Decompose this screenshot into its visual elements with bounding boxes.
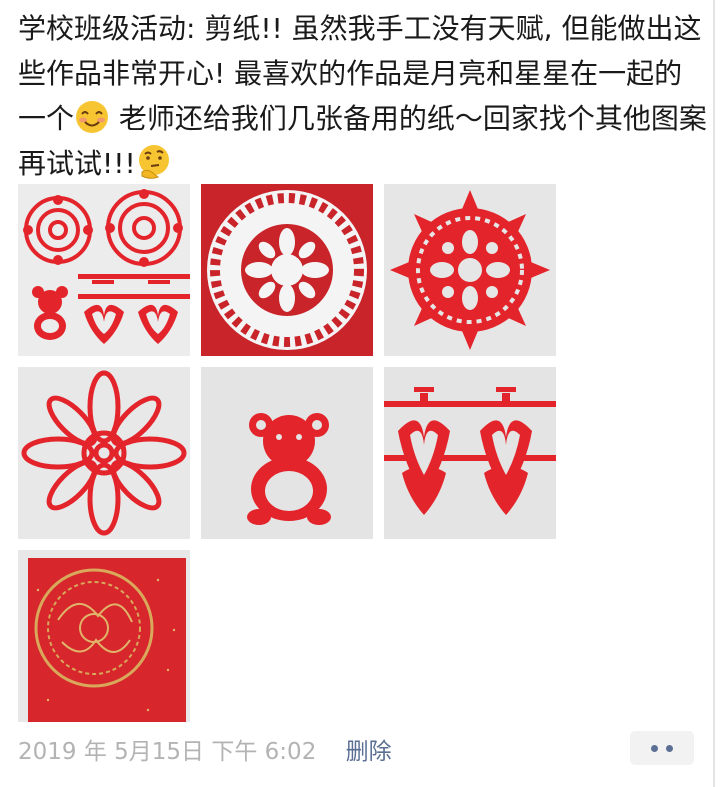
photo-paper-cut-set[interactable]: [18, 184, 190, 356]
timestamp: 2019 年 5月15日 下午 6:02: [18, 739, 317, 765]
thinking-face-emoji-icon: [138, 145, 169, 179]
post-meta: 2019 年 5月15日 下午 6:02 删除: [18, 732, 392, 765]
delete-link[interactable]: 删除: [346, 739, 392, 765]
more-button[interactable]: [630, 731, 694, 765]
photo-gold-pattern-red-paper[interactable]: [18, 550, 190, 722]
photo-bear-paper-cut[interactable]: [201, 367, 373, 539]
smiling-face-emoji-icon: [76, 101, 109, 133]
photo-round-paper-cut-on-red[interactable]: [201, 184, 373, 356]
photo-double-happiness-hearts[interactable]: [384, 367, 556, 539]
photo-grid: [18, 184, 558, 722]
photo-flower-paper-cut[interactable]: [18, 367, 190, 539]
post-text: 学校班级活动: 剪纸!! 虽然我手工没有天赋, 但能做出这些作品非常开心! 最喜…: [18, 6, 708, 186]
right-divider: [713, 0, 715, 787]
photo-round-paper-cut-star[interactable]: [384, 184, 556, 356]
post-text-part-2: 老师还给我们几张备用的纸～回家找个其他图案再试试!!!: [18, 102, 707, 180]
